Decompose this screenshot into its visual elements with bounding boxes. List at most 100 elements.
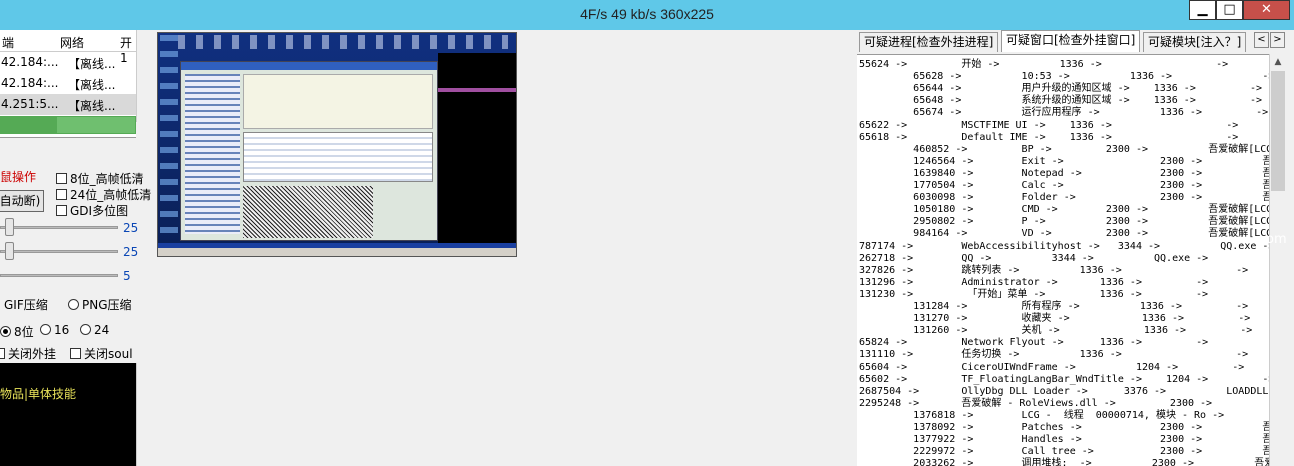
tree-item[interactable]: 1050180 -> CMD -> 2300 -> 吾爱破解[LCG].exe … xyxy=(859,204,1269,216)
column-header[interactable]: 端 xyxy=(2,34,14,51)
skill-output-scrollbar[interactable] xyxy=(136,363,153,466)
tree-item[interactable]: 327826 -> 跳转列表 -> 1336 -> -> ? -> xyxy=(859,265,1269,277)
radio-8bit[interactable]: 8位 xyxy=(0,323,34,340)
client-status: 【离线... xyxy=(68,57,116,71)
radio-16bit[interactable]: 16 xyxy=(40,323,69,337)
tree-item[interactable]: 65622 -> MSCTFIME UI -> 1336 -> -> ? -> xyxy=(859,120,1269,132)
checkbox-box[interactable] xyxy=(56,173,67,184)
tab-suspicious-module[interactable]: 可疑模块[注入？] xyxy=(1143,32,1247,52)
maximize-button[interactable]: □ xyxy=(1216,0,1243,20)
chk-close-soul[interactable]: 关闭soul xyxy=(70,345,133,362)
close-button[interactable]: ✕ xyxy=(1243,0,1290,20)
window-tree[interactable]: 55624 -> 开始 -> 1336 -> -> ? -> 65628 -> … xyxy=(857,54,1269,466)
tree-item[interactable]: 65648 -> 系统升级的通知区域 -> 1336 -> -> xyxy=(859,95,1262,107)
radio-png-label: PNG压缩 xyxy=(82,298,132,312)
client-status: 【离线... xyxy=(68,99,116,113)
tree-item[interactable]: 65602 -> TF_FloatingLangBar_WndTitle -> … xyxy=(859,374,1269,386)
preview-desktop-icons xyxy=(160,35,178,245)
radio-24bit[interactable]: 24 xyxy=(80,323,109,337)
tab-suspicious-window[interactable]: 可疑窗口[检查外挂窗口] xyxy=(1001,30,1141,52)
tree-item[interactable]: 2687504 -> OllyDbg DLL Loader -> 3376 ->… xyxy=(859,386,1269,398)
radio-dot-selected[interactable] xyxy=(0,326,11,337)
scroll-corner xyxy=(136,122,153,138)
tree-item[interactable]: 131270 -> 收藏夹 -> 1336 -> -> xyxy=(859,313,1250,325)
tab-suspicious-process[interactable]: 可疑进程[检查外挂进程] xyxy=(859,32,999,52)
tree-item[interactable]: 6030098 -> Folder -> 2300 -> 吾爱破解[LCG xyxy=(859,192,1269,204)
tree-item[interactable]: 2295248 -> 吾爱破解 - RoleViews.dll -> 2300 … xyxy=(859,398,1269,410)
tree-item[interactable]: 65628 -> 10:53 -> 1336 -> -> ? -> xyxy=(859,71,1269,83)
preview-debugger-window xyxy=(180,61,438,241)
auto-disconnect-button[interactable]: 自动断) xyxy=(0,190,44,212)
slider-3-value: 5 xyxy=(123,269,131,283)
slider-1[interactable] xyxy=(0,218,118,236)
window-tree-vscroll[interactable]: ▲ xyxy=(1269,54,1286,466)
tree-item[interactable]: 1376818 -> LCG - 线程 00000714, 模块 - Ro ->… xyxy=(859,410,1269,422)
checkbox-box[interactable] xyxy=(56,189,67,200)
chk-gdi-label: GDI多位图 xyxy=(70,204,129,218)
radio-dot[interactable] xyxy=(40,324,51,335)
slider-track xyxy=(0,250,118,253)
tree-item[interactable]: 1377922 -> Handles -> 2300 -> 吾爱破解[LCG xyxy=(859,434,1269,446)
tree-item[interactable]: 131110 -> 任务切换 -> 1336 -> -> ? -> xyxy=(859,349,1269,361)
tree-item[interactable]: 2950802 -> P -> 2300 -> 吾爱破解[LCG].exe -> xyxy=(859,216,1269,228)
slider-thumb[interactable] xyxy=(5,218,14,236)
minimize-button[interactable]: ▁ xyxy=(1189,0,1216,20)
tree-item[interactable]: 131260 -> 关机 -> 1336 -> -> xyxy=(859,325,1252,337)
radio-dot[interactable] xyxy=(68,299,79,310)
client-address: 4.251:5... xyxy=(1,97,59,111)
tree-item[interactable]: 131296 -> Administrator -> 1336 -> -> xyxy=(859,277,1208,289)
tree-item[interactable]: 131284 -> 所有程序 -> 1336 -> -> xyxy=(859,301,1248,313)
preview-taskbar xyxy=(158,248,516,256)
list-item[interactable]: 4.251:5... 【离线... xyxy=(0,94,136,115)
tree-item[interactable]: 1246564 -> Exit -> 2300 -> 吾爱破解[LCG xyxy=(859,156,1269,168)
slider-2[interactable] xyxy=(0,242,118,260)
client-address: 42.184:... xyxy=(1,76,59,90)
tab-scroll-right-icon[interactable]: > xyxy=(1270,32,1285,48)
tree-item[interactable]: 984164 -> VD -> 2300 -> 吾爱破解[LCG].exe -> xyxy=(859,228,1269,240)
client-list-hscroll[interactable] xyxy=(0,116,136,134)
scroll-thumb[interactable] xyxy=(57,117,135,133)
tree-item[interactable]: 1770504 -> Calc -> 2300 -> 吾爱破解[LCG xyxy=(859,180,1269,192)
tree-item[interactable]: 262718 -> QQ -> 3344 -> QQ.exe -> D:\QQ xyxy=(859,253,1269,265)
radio-gif[interactable]: GIF压缩 xyxy=(4,296,48,313)
tree-item[interactable]: 460852 -> BP -> 2300 -> 吾爱破解[LCG].exe -> xyxy=(859,144,1269,156)
chk-8bit[interactable]: 8位_高帧低清 xyxy=(56,170,144,187)
tree-item[interactable]: 2033262 -> 调用堆栈: -> 2300 -> 吾爱破解[LCG xyxy=(859,458,1269,466)
slider-thumb[interactable] xyxy=(5,242,14,260)
tree-item[interactable]: 1378092 -> Patches -> 2300 -> 吾爱破解[LCG xyxy=(859,422,1269,434)
tree-item[interactable]: 65618 -> Default IME -> 1336 -> -> ? -> xyxy=(859,132,1269,144)
slider-3[interactable] xyxy=(0,266,118,284)
chk-close-hack[interactable]: 关闭外挂 xyxy=(0,345,56,362)
tree-item[interactable]: 65604 -> CiceroUIWndFrame -> 1204 -> -> xyxy=(859,362,1244,374)
list-item[interactable]: 42.184:... 【离线... xyxy=(0,52,136,73)
checkbox-box[interactable] xyxy=(56,205,67,216)
tree-item[interactable]: 65824 -> Network Flyout -> 1336 -> -> xyxy=(859,337,1208,349)
radio-16bit-label: 16 xyxy=(54,323,70,337)
client-list-vscroll[interactable] xyxy=(136,30,153,122)
tree-item[interactable]: 2229972 -> Call tree -> 2300 -> 吾爱破解[LCG xyxy=(859,446,1269,458)
radio-dot[interactable] xyxy=(80,324,91,335)
checkbox-box[interactable] xyxy=(70,348,81,359)
tab-scroll-left-icon[interactable]: < xyxy=(1254,32,1269,48)
tree-item[interactable]: 1639840 -> Notepad -> 2300 -> 吾爱破解[LCG xyxy=(859,168,1269,180)
slider-track xyxy=(0,226,118,229)
scroll-up-icon[interactable]: ▲ xyxy=(1270,54,1286,71)
tree-item[interactable]: 131230 -> 「开始」菜单 -> 1336 -> -> xyxy=(859,289,1208,301)
client-list-header: 端 网络 开1 xyxy=(0,30,136,65)
chk-gdi[interactable]: GDI多位图 xyxy=(56,202,128,219)
tree-item[interactable]: 787174 -> WebAccessibilityhost -> 3344 -… xyxy=(859,241,1269,253)
radio-png[interactable]: PNG压缩 xyxy=(68,296,132,313)
checkbox-box[interactable] xyxy=(0,348,5,359)
tree-item[interactable]: 65674 -> 运行应用程序 -> 1336 -> -> xyxy=(859,107,1268,119)
preview-hexdump xyxy=(243,186,373,238)
tree-item[interactable]: 65644 -> 用户升级的通知区域 -> 1336 -> -> xyxy=(859,83,1262,95)
remote-screen-preview[interactable] xyxy=(157,32,517,257)
edge-text: om xyxy=(1266,232,1287,247)
chk-24bit[interactable]: 24位_高帧低清 xyxy=(56,186,151,203)
scroll-thumb[interactable] xyxy=(1271,71,1285,191)
tree-item[interactable]: 55624 -> 开始 -> 1336 -> -> ? -> xyxy=(859,59,1269,71)
list-item[interactable]: 42.184:... 【离线... xyxy=(0,73,136,94)
client-list[interactable]: 端 网络 开1 42.184:... 【离线... 42.184:... 【离线… xyxy=(0,30,153,138)
chk-8bit-label: 8位_高帧低清 xyxy=(70,172,144,186)
column-header[interactable]: 网络 xyxy=(60,34,84,51)
